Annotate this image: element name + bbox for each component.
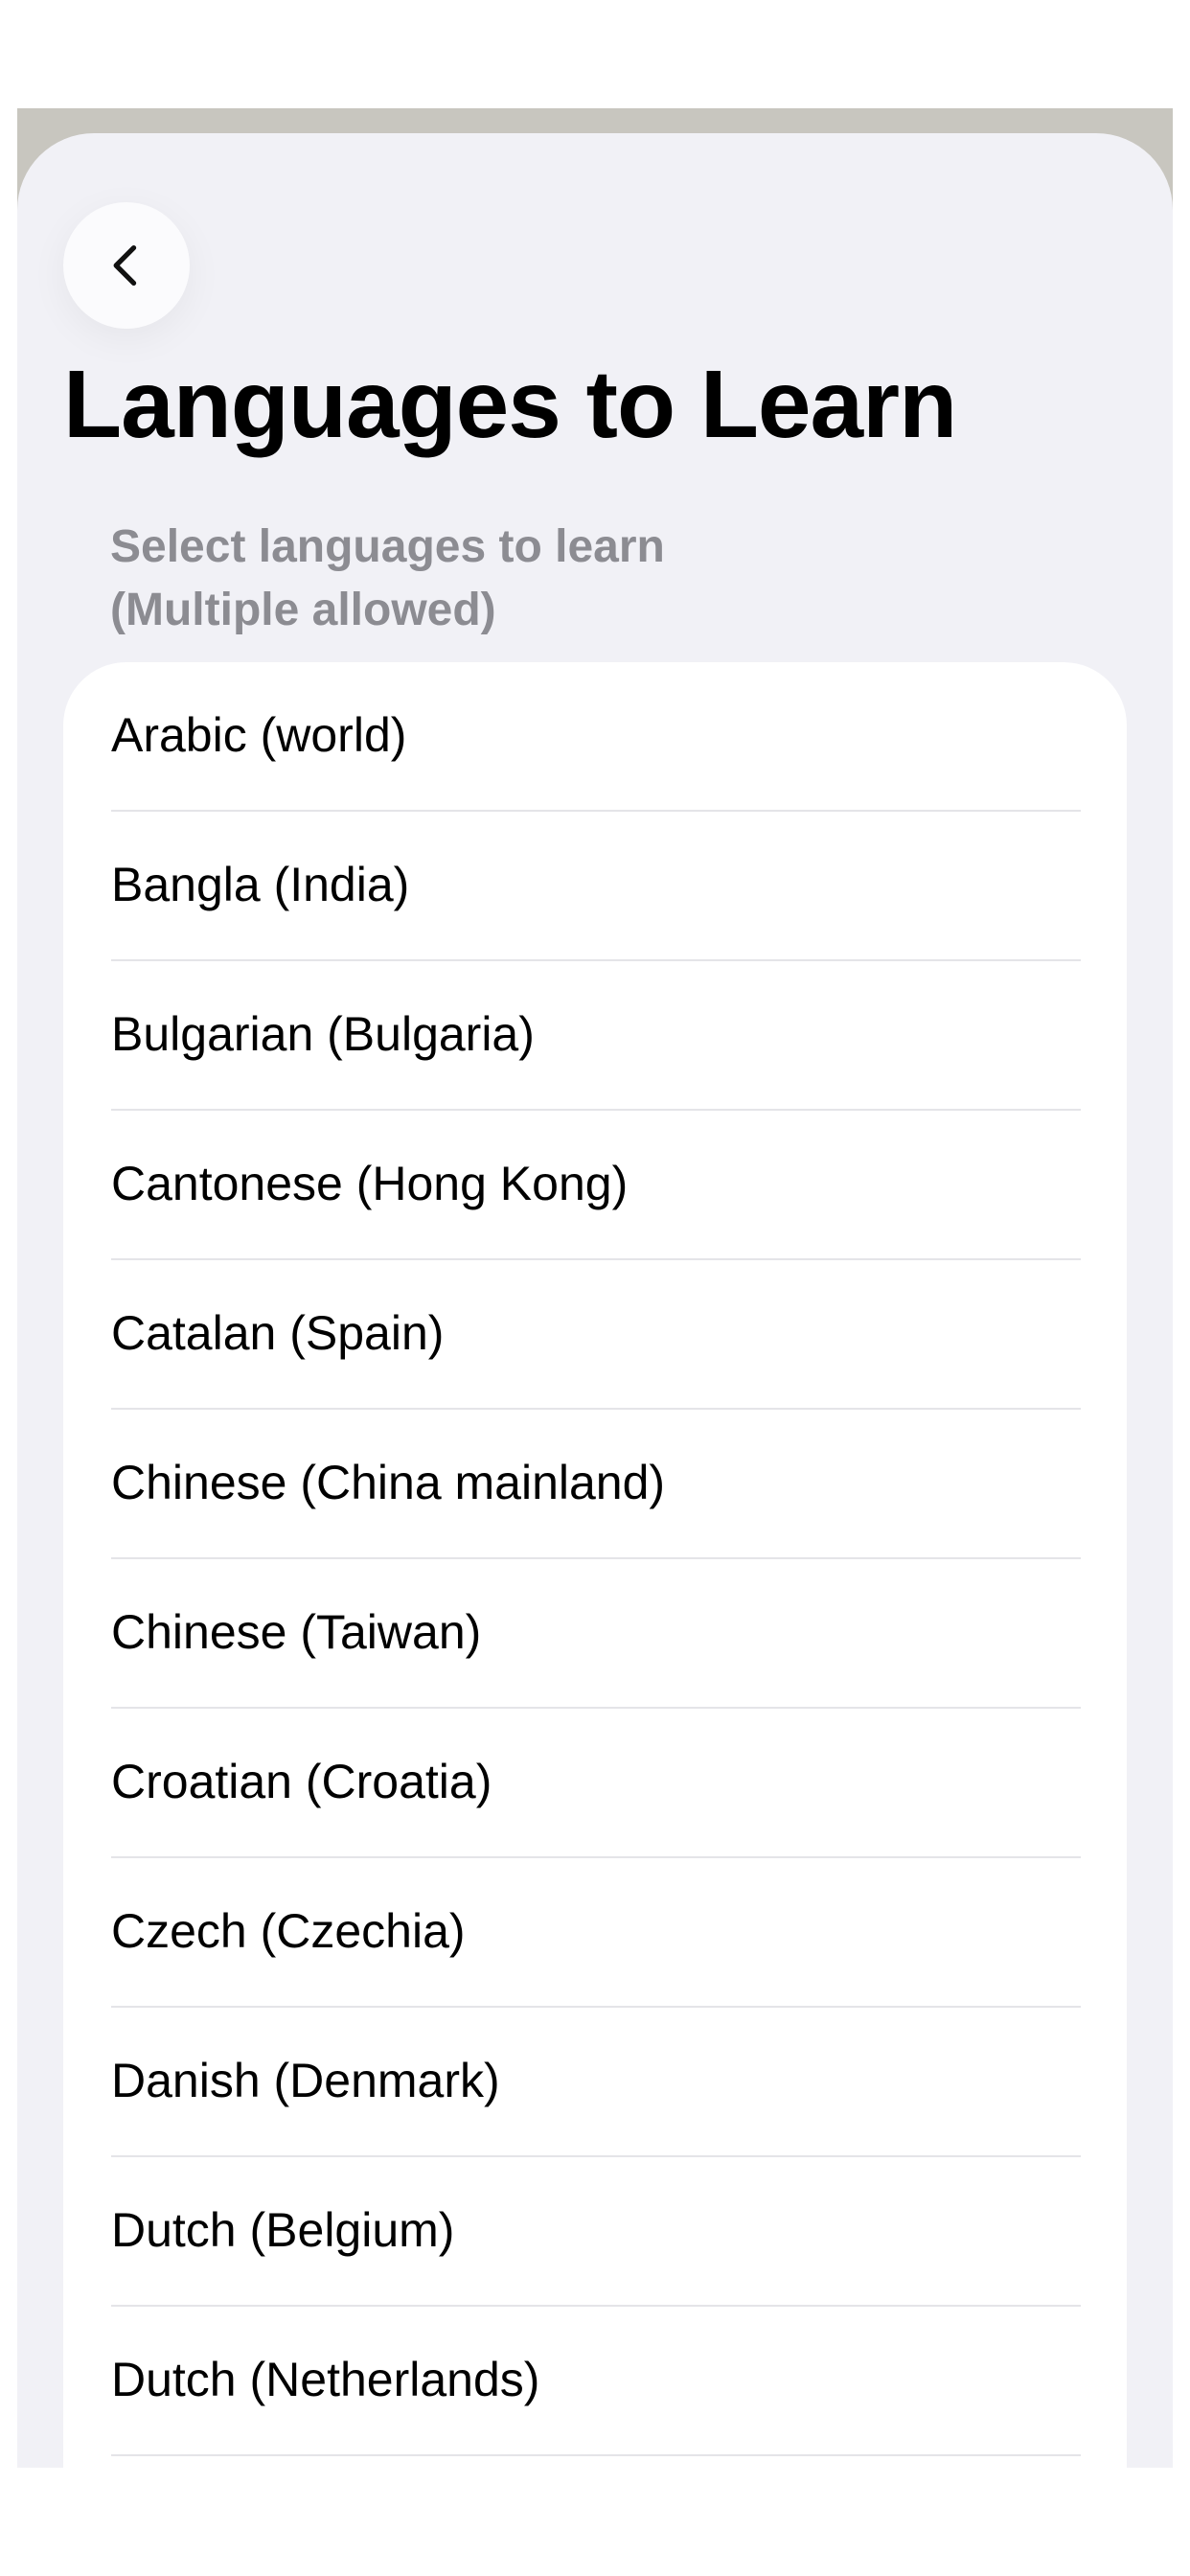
subtitle-line: (Multiple allowed) [110, 585, 496, 635]
language-list-item[interactable]: Chinese (Taiwan) [63, 1559, 1127, 1709]
language-list-item[interactable]: Catalan (Spain) [63, 1260, 1127, 1410]
language-list-card: Arabic (world) Bangla (India) Bulgarian … [63, 662, 1127, 2468]
language-label: Chinese (Taiwan) [111, 1605, 482, 1659]
language-label: Danish (Denmark) [111, 2054, 500, 2107]
modal-backdrop: Languages to Learn Select languages to l… [17, 108, 1173, 2468]
language-label: Czech (Czechia) [111, 1904, 466, 1958]
language-list-item[interactable]: Dutch (Netherlands) [63, 2307, 1127, 2456]
page-title: Languages to Learn [63, 351, 957, 458]
back-button[interactable] [63, 202, 190, 329]
language-list-item[interactable]: Croatian (Croatia) [63, 1709, 1127, 1858]
language-list-item[interactable]: Czech (Czechia) [63, 1858, 1127, 2008]
language-list-item[interactable]: Danish (Denmark) [63, 2008, 1127, 2157]
language-label: Catalan (Spain) [111, 1306, 445, 1360]
language-list-item[interactable]: Bulgarian (Bulgaria) [63, 961, 1127, 1111]
language-list-item[interactable]: Chinese (China mainland) [63, 1410, 1127, 1559]
chevron-left-icon [113, 244, 137, 287]
language-label: Dutch (Belgium) [111, 2203, 455, 2257]
subtitle-line: Select languages to learn [110, 521, 665, 572]
language-list-item[interactable]: Cantonese (Hong Kong) [63, 1111, 1127, 1260]
language-label: Arabic (world) [111, 708, 407, 762]
language-list-item[interactable]: Dutch (Belgium) [63, 2157, 1127, 2307]
sheet: Languages to Learn Select languages to l… [17, 133, 1173, 2468]
page-subtitle: Select languages to learn (Multiple allo… [110, 516, 877, 642]
language-list: Arabic (world) Bangla (India) Bulgarian … [63, 662, 1127, 2456]
language-list-item[interactable]: Bangla (India) [63, 812, 1127, 961]
language-list-item[interactable]: Arabic (world) [63, 662, 1127, 812]
language-label: Bulgarian (Bulgaria) [111, 1007, 535, 1061]
language-label: Bangla (India) [111, 858, 410, 911]
language-label: Dutch (Netherlands) [111, 2353, 540, 2406]
language-label: Chinese (China mainland) [111, 1456, 666, 1509]
language-label: Croatian (Croatia) [111, 1755, 492, 1808]
language-label: Cantonese (Hong Kong) [111, 1157, 629, 1210]
